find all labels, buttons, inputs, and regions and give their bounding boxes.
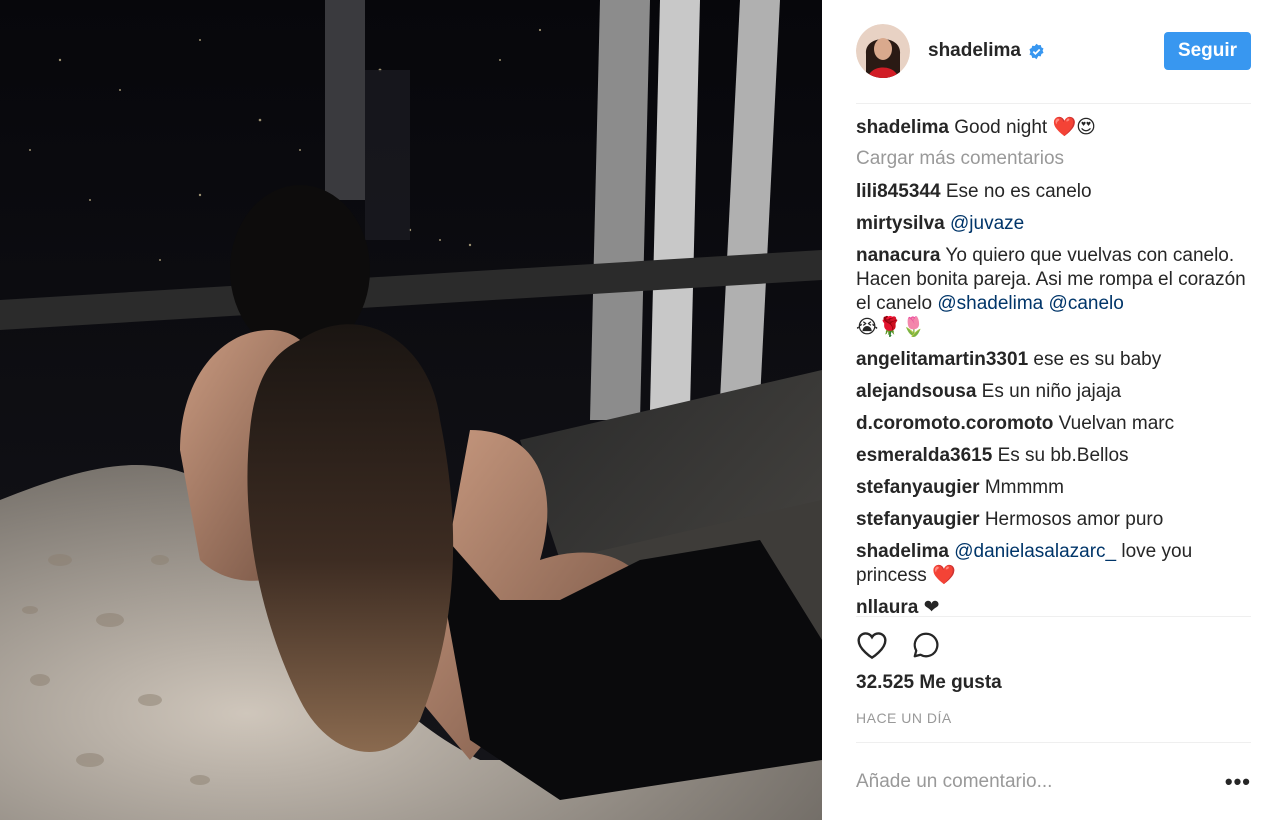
- heart-icon[interactable]: [856, 630, 888, 660]
- comment-text: ❤: [923, 596, 940, 617]
- comment-mention[interactable]: @juvaze: [950, 213, 1024, 234]
- comment-input[interactable]: [856, 770, 1219, 793]
- photo-image: [0, 0, 822, 820]
- comment-text: Vuelvan marc: [1058, 412, 1175, 434]
- comment-text: Es su bb.Bellos: [997, 444, 1129, 466]
- comment-username[interactable]: nllaura: [856, 597, 918, 616]
- comments-list: shadelima Good night ❤️😍 Cargar más come…: [856, 104, 1251, 617]
- caption: shadelima Good night ❤️😍: [856, 116, 1251, 140]
- post-timestamp[interactable]: HACE UN DÍA: [856, 710, 1251, 744]
- comment-username[interactable]: shadelima: [856, 541, 949, 562]
- comment-username[interactable]: stefanyaugier: [856, 477, 980, 498]
- comment-item: alejandsousa Es un niño jajaja: [856, 380, 1251, 404]
- comment-item: nanacura Yo quiero que vuelvas con canel…: [856, 244, 1251, 340]
- comment-username[interactable]: stefanyaugier: [856, 509, 980, 530]
- comment-username[interactable]: d.coromoto.coromoto: [856, 413, 1053, 434]
- comment-text: Es un niño jajaja: [981, 380, 1122, 402]
- comment-item: d.coromoto.coromoto Vuelvan marc: [856, 412, 1251, 436]
- comment-text: ese es su baby: [1033, 348, 1162, 370]
- caption-username[interactable]: shadelima: [856, 117, 949, 138]
- post-photo[interactable]: [0, 0, 822, 820]
- comment-username[interactable]: alejandsousa: [856, 381, 976, 402]
- comment-item: shadelima @danielasalazarc_ love you pri…: [856, 540, 1251, 588]
- comment-item: stefanyaugier Mmmmm: [856, 476, 1251, 500]
- comment-item: mirtysilva @juvaze: [856, 212, 1251, 236]
- verified-badge-icon: [1028, 43, 1045, 60]
- comment-bubble-icon[interactable]: [910, 630, 942, 660]
- likes-count[interactable]: 32.525 Me gusta: [856, 672, 1251, 694]
- post-container: shadelima Seguir shadelima Good night ❤️…: [0, 0, 1280, 820]
- header-username[interactable]: shadelima: [928, 40, 1021, 62]
- post-actions: [856, 617, 1251, 674]
- comment-item: angelitamartin3301 ese es su baby: [856, 348, 1251, 372]
- add-comment-section: •••: [856, 743, 1251, 820]
- load-more-comments-link[interactable]: Cargar más comentarios: [856, 148, 1251, 170]
- avatar[interactable]: [856, 24, 910, 79]
- caption-text: Good night ❤️😍: [954, 116, 1096, 138]
- comment-mention[interactable]: @canelo: [1049, 293, 1124, 314]
- comment-item: stefanyaugier Hermosos amor puro: [856, 508, 1251, 532]
- comment-username[interactable]: esmeralda3615: [856, 445, 992, 466]
- comment-mention[interactable]: @shadelima: [937, 293, 1043, 314]
- comment-item: esmeralda3615 Es su bb.Bellos: [856, 444, 1251, 468]
- comment-username[interactable]: lili845344: [856, 181, 941, 202]
- post-side-panel: shadelima Seguir shadelima Good night ❤️…: [822, 0, 1280, 820]
- comment-emoji: 😭🌹🌷: [856, 316, 926, 338]
- comment-text: Mmmmm: [984, 476, 1064, 498]
- comment-username[interactable]: mirtysilva: [856, 213, 945, 234]
- comment-mention[interactable]: @danielasalazarc_: [954, 541, 1116, 562]
- comment-username[interactable]: nanacura: [856, 245, 940, 266]
- comment-username[interactable]: angelitamartin3301: [856, 349, 1028, 370]
- more-options-icon[interactable]: •••: [1225, 770, 1251, 792]
- follow-button[interactable]: Seguir: [1164, 32, 1251, 71]
- post-header: shadelima Seguir: [856, 0, 1251, 104]
- comment-item: lili845344 Ese no es canelo: [856, 180, 1251, 204]
- comment-item: nllaura ❤: [856, 596, 1251, 617]
- comment-text: Hermosos amor puro: [984, 508, 1164, 530]
- comment-text: Ese no es canelo: [945, 180, 1092, 202]
